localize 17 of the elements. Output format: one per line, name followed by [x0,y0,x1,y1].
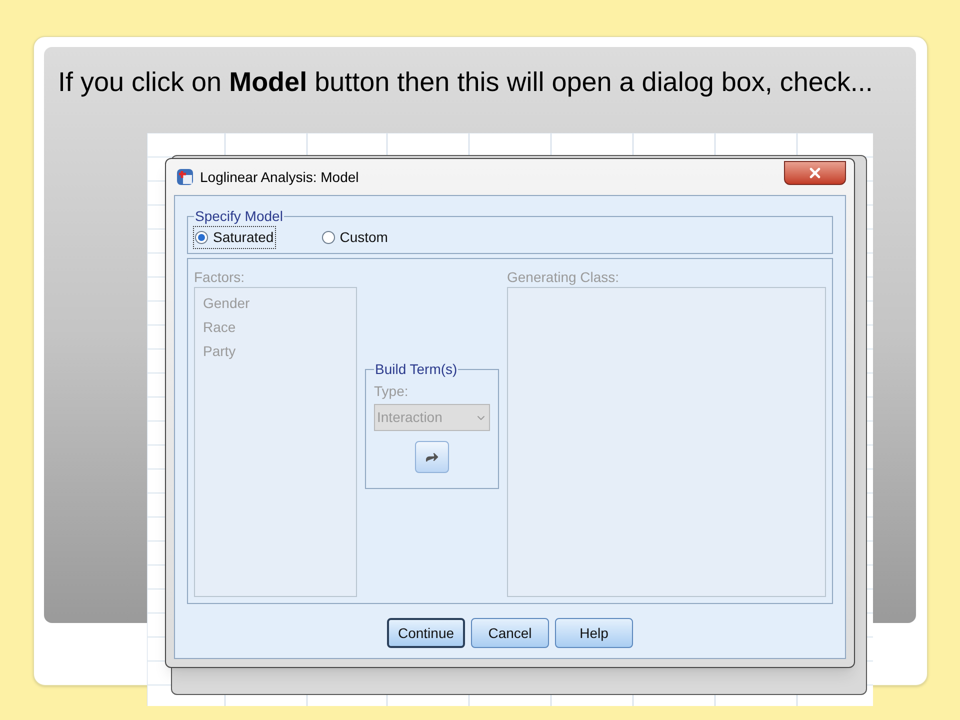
group-legend: Specify Model [194,206,284,227]
dialog-button[interactable]: Cancel [471,618,549,648]
radio-option[interactable]: Custom [320,227,389,248]
generating-class-label: Generating Class: [507,268,620,287]
slide-heading: If you click on Model button then this will open a dialog box, check... [58,66,874,99]
radio-button[interactable] [322,231,335,244]
group-legend: Build Term(s) [374,359,458,380]
dialog-button[interactable]: Help [555,618,633,648]
factors-label: Factors: [194,268,246,287]
app-icon [176,168,194,186]
type-label: Type: [374,382,410,401]
radio-button[interactable] [195,231,208,244]
close-icon [807,165,823,181]
close-button[interactable] [784,161,846,185]
dialog-button[interactable]: Continue [387,618,465,648]
window-title: Loglinear Analysis: Model [200,168,359,187]
radio-option[interactable]: Saturated [194,227,275,248]
